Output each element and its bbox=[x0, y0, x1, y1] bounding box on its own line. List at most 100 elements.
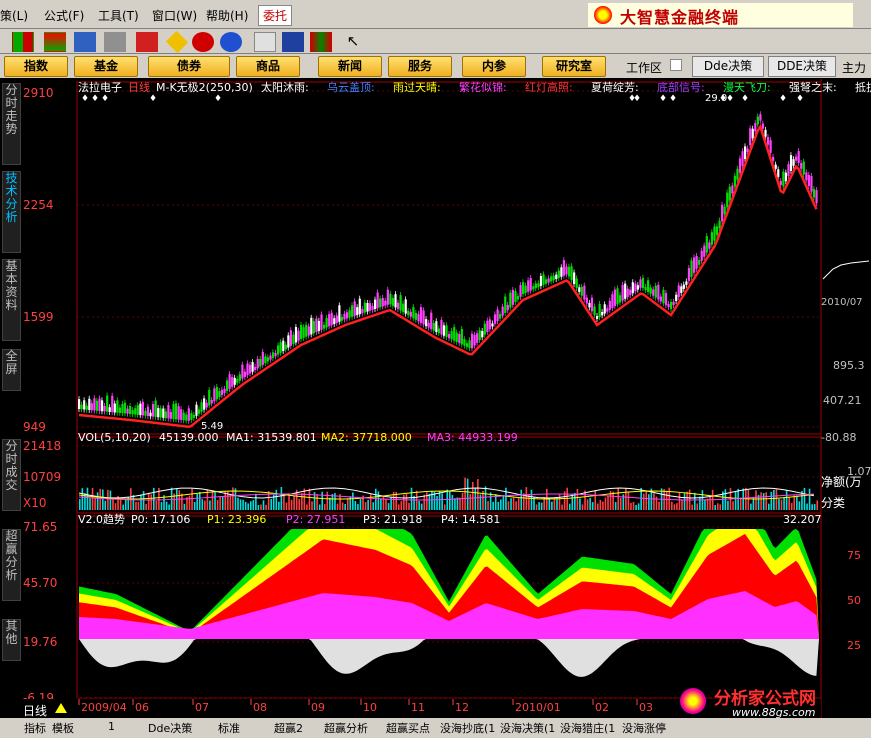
nav-research[interactable]: 研究室 bbox=[542, 56, 606, 77]
btab-standard[interactable]: 标准 bbox=[218, 720, 240, 736]
right-date: 2010/07 bbox=[821, 297, 863, 308]
btab-super-buy[interactable]: 超赢买点 bbox=[386, 720, 430, 736]
high-label: 29.0 bbox=[705, 93, 727, 104]
right-sub-2: 25 bbox=[847, 639, 861, 652]
ytick-sub-0: 71.65 bbox=[23, 520, 57, 534]
right-val-2: -80.88 bbox=[821, 431, 856, 444]
trade-button[interactable]: 委托 bbox=[258, 5, 293, 26]
x-tick-1: 06 bbox=[135, 701, 149, 714]
menu-formula[interactable]: 公式(F) bbox=[44, 7, 84, 24]
x-tick-10: 03 bbox=[639, 701, 653, 714]
binoculars-icon[interactable] bbox=[74, 32, 96, 52]
btab-template[interactable]: 模板 bbox=[52, 720, 74, 736]
right-sub-1: 50 bbox=[847, 594, 861, 607]
ytick-sub-1: 45.70 bbox=[23, 576, 57, 590]
ytick-main-1: 2254 bbox=[23, 198, 54, 212]
svg-text:♦: ♦ bbox=[214, 94, 222, 104]
nav-index[interactable]: 指数 bbox=[4, 56, 68, 77]
menu-help[interactable]: 帮助(H) bbox=[206, 7, 248, 24]
svg-text:♦: ♦ bbox=[796, 94, 804, 104]
x-tick-2: 07 bbox=[195, 701, 209, 714]
layout-icon[interactable] bbox=[282, 32, 304, 52]
signal-label-9: 抵抗 bbox=[855, 80, 871, 94]
workspace-label[interactable]: 工作区 bbox=[626, 59, 662, 76]
toolbar: ↖ bbox=[0, 29, 871, 54]
btab-meihai-limit[interactable]: 没海涨停 bbox=[622, 720, 666, 736]
x-tick-6: 11 bbox=[411, 701, 425, 714]
sub-title: V2.0趋势 bbox=[78, 513, 125, 526]
right-val-0: 895.3 bbox=[833, 359, 865, 372]
menu-strategy[interactable]: 策(L) bbox=[0, 7, 28, 24]
ma-line-group: ♦ ♦ ♦ ♦ ♦ ♦♦ ♦ ♦ ♦♦ ♦ ♦ ♦ bbox=[78, 94, 818, 429]
nav-commodity[interactable]: 商品 bbox=[236, 56, 300, 77]
vol-ma2: MA2: 37718.000 bbox=[321, 431, 412, 444]
svg-text:♦: ♦ bbox=[741, 94, 749, 104]
chart-area[interactable]: ♦ ♦ ♦ ♦ ♦ ♦♦ ♦ ♦ ♦♦ ♦ ♦ ♦ 法拉电子 日线 M-K无极2(250,30) 太阳… bbox=[21, 79, 871, 718]
tab-technical[interactable]: 技术分析 bbox=[2, 171, 21, 253]
nav-inside[interactable]: 内参 bbox=[462, 56, 526, 77]
btab-meihai-decision[interactable]: 没海决策(1 bbox=[500, 720, 555, 736]
btab-super-analysis[interactable]: 超赢分析 bbox=[324, 720, 368, 736]
x-tick-5: 10 bbox=[363, 701, 377, 714]
diamond-icon[interactable] bbox=[165, 30, 189, 54]
signal-label-2: 雨过天晴: bbox=[393, 81, 441, 94]
f10-icon[interactable] bbox=[192, 32, 214, 52]
alarm-icon[interactable] bbox=[104, 32, 126, 52]
signal-label-4: 红灯高照: bbox=[525, 80, 573, 94]
flower-logo-icon bbox=[680, 688, 706, 714]
sub-p4: P4: 14.581 bbox=[441, 513, 500, 526]
bottom-tabs: 指标 模板 1 Dde决策 标准 超赢2 超赢分析 超赢买点 没海抄底(1 没海… bbox=[0, 718, 871, 738]
nav-fund[interactable]: 基金 bbox=[74, 56, 138, 77]
tab-ticks[interactable]: 分时成交 bbox=[2, 439, 21, 511]
indicator-name: M-K无极2(250,30) bbox=[156, 80, 253, 94]
ytick-main-3: 949 bbox=[23, 420, 46, 434]
signal-label-8: 强弩之末: bbox=[789, 80, 837, 94]
main-force-label[interactable]: 主力 bbox=[842, 59, 866, 76]
btab-super2[interactable]: 超赢2 bbox=[274, 720, 303, 736]
signal-label-0: 太阳沐雨: bbox=[261, 81, 309, 94]
help-pointer-icon[interactable]: ↖ bbox=[342, 32, 364, 52]
window-icon[interactable] bbox=[254, 32, 276, 52]
btab-meihai-bottom[interactable]: 没海抄底(1 bbox=[440, 720, 495, 736]
flag-icon[interactable] bbox=[136, 32, 158, 52]
brand-name: 大智慧金融终端 bbox=[620, 8, 740, 27]
tab-intraday[interactable]: 分时走势 bbox=[2, 83, 21, 165]
main-frame bbox=[76, 81, 822, 435]
sub-last: 32.207 bbox=[783, 513, 822, 526]
nav-bond[interactable]: 债券 bbox=[148, 56, 230, 77]
menu-tools[interactable]: 工具(T) bbox=[98, 7, 139, 24]
tab-fundamental[interactable]: 基本资料 bbox=[2, 259, 21, 341]
nav-service[interactable]: 服务 bbox=[388, 56, 452, 77]
chart-icon[interactable] bbox=[44, 32, 66, 52]
f11-icon[interactable] bbox=[220, 32, 242, 52]
right-label-0: 净额(万 bbox=[821, 475, 862, 489]
dde-decision-button[interactable]: Dde决策 bbox=[692, 56, 764, 77]
x-tick-7: 12 bbox=[455, 701, 469, 714]
ytick-sub-2: 19.76 bbox=[23, 635, 57, 649]
quote-icon[interactable] bbox=[12, 32, 34, 52]
signal-label-7: 漫天飞刀: bbox=[723, 80, 771, 94]
ytick-main-0: 2910 bbox=[23, 86, 54, 100]
bars-icon[interactable] bbox=[310, 32, 332, 52]
btab-meihai-hunt[interactable]: 没海猎庄(1 bbox=[560, 720, 615, 736]
ytick-vol-1: 10709 bbox=[23, 470, 61, 484]
svg-text:♦: ♦ bbox=[669, 94, 677, 104]
dde-decision-button-2[interactable]: DDE决策 bbox=[768, 56, 836, 77]
btab-dde[interactable]: Dde决策 bbox=[148, 720, 192, 736]
right-sub-0: 75 bbox=[847, 549, 861, 562]
nav-news[interactable]: 新闻 bbox=[318, 56, 382, 77]
sub-p1: P1: 23.396 bbox=[207, 513, 266, 526]
checkbox-icon[interactable] bbox=[670, 59, 682, 71]
svg-text:♦: ♦ bbox=[779, 94, 787, 104]
ytick-main-2: 1599 bbox=[23, 310, 54, 324]
btab-1[interactable]: 1 bbox=[108, 720, 115, 733]
x-tick-9: 02 bbox=[595, 701, 609, 714]
svg-text:♦: ♦ bbox=[81, 94, 89, 104]
menu-window[interactable]: 窗口(W) bbox=[152, 7, 197, 24]
tab-fullscreen[interactable]: 全屏 bbox=[2, 349, 21, 391]
vol-title: VOL(5,10,20) bbox=[78, 431, 151, 444]
tab-super[interactable]: 超赢分析 bbox=[2, 529, 21, 601]
tab-other[interactable]: 其他 bbox=[2, 619, 21, 661]
right-label-1: 分类 bbox=[821, 496, 845, 510]
btab-indicator[interactable]: 指标 bbox=[24, 720, 46, 736]
